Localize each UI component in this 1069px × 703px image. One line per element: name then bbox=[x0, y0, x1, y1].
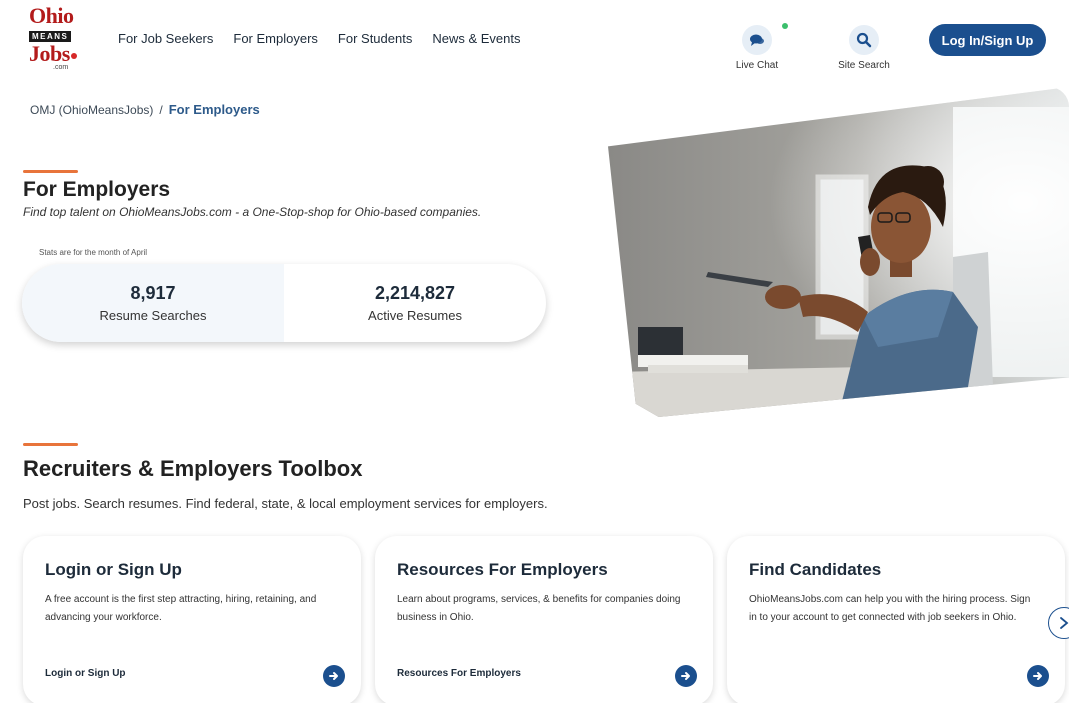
site-search-label: Site Search bbox=[838, 60, 890, 71]
toolbox-accent-bar bbox=[23, 443, 78, 446]
breadcrumb-separator: / bbox=[159, 103, 163, 117]
chevron-right-icon bbox=[1060, 617, 1069, 629]
toolbox-subtitle: Post jobs. Search resumes. Find federal,… bbox=[23, 496, 548, 511]
breadcrumb-current: For Employers bbox=[168, 102, 260, 117]
card-description: A free account is the first step attract… bbox=[45, 594, 317, 623]
search-icon bbox=[849, 25, 879, 55]
breadcrumb-root-link[interactable]: OMJ (OhioMeansJobs) bbox=[30, 103, 153, 117]
stat-label: Active Resumes bbox=[368, 308, 462, 323]
card-link[interactable]: Resources For Employers bbox=[397, 668, 521, 679]
login-signup-button[interactable]: Log In/Sign Up bbox=[929, 24, 1046, 56]
ohio-means-jobs-logo[interactable]: Ohio MEANS Jobs .com bbox=[29, 3, 91, 72]
page-subtitle: Find top talent on OhioMeansJobs.com - a… bbox=[23, 205, 482, 219]
arrow-right-icon[interactable] bbox=[1027, 665, 1049, 687]
card-login-signup[interactable]: Login or Sign Up A free account is the f… bbox=[23, 536, 361, 703]
card-title: Find Candidates bbox=[749, 560, 882, 579]
live-chat-label: Live Chat bbox=[735, 60, 779, 71]
card-resources-for-employers[interactable]: Resources For Employers Learn about prog… bbox=[375, 536, 713, 703]
nav-for-students[interactable]: For Students bbox=[338, 31, 412, 46]
live-chat-button[interactable]: Live Chat bbox=[722, 25, 792, 71]
card-description: OhioMeansJobs.com can help you with the … bbox=[749, 594, 1031, 623]
toolbox-title: Recruiters & Employers Toolbox bbox=[23, 456, 363, 481]
nav-for-employers[interactable]: For Employers bbox=[233, 31, 318, 46]
stats-note: Stats are for the month of April bbox=[39, 248, 148, 257]
nav-for-job-seekers[interactable]: For Job Seekers bbox=[118, 31, 213, 46]
arrow-right-icon[interactable] bbox=[323, 665, 345, 687]
stat-value: 8,917 bbox=[130, 283, 176, 303]
stat-resume-searches: 8,917 Resume Searches bbox=[22, 264, 284, 342]
chat-icon bbox=[742, 25, 772, 55]
title-accent-bar bbox=[23, 170, 78, 173]
stat-label: Resume Searches bbox=[99, 308, 207, 323]
arrow-right-icon[interactable] bbox=[675, 665, 697, 687]
stat-active-resumes: 2,214,827 Active Resumes bbox=[284, 264, 546, 342]
card-find-candidates[interactable]: Find Candidates OhioMeansJobs.com can he… bbox=[727, 536, 1065, 703]
site-header: Ohio MEANS Jobs .com For Job Seekers For… bbox=[0, 0, 1069, 80]
logo-jobs-word: Jobs bbox=[29, 41, 70, 66]
card-title: Resources For Employers bbox=[397, 560, 608, 579]
nav-news-events[interactable]: News & Events bbox=[432, 31, 520, 46]
hero-photo bbox=[608, 87, 1069, 417]
stat-value: 2,214,827 bbox=[374, 283, 456, 303]
site-search-button[interactable]: Site Search bbox=[829, 25, 899, 71]
page-title: For Employers bbox=[23, 178, 171, 201]
card-description: Learn about programs, services, & benefi… bbox=[397, 594, 681, 623]
logo-ohio-text: Ohio bbox=[29, 3, 74, 28]
stats-card: 8,917 Resume Searches 2,214,827 Active R… bbox=[22, 264, 546, 342]
card-link[interactable]: Login or Sign Up bbox=[45, 668, 126, 679]
logo-dot-icon bbox=[70, 52, 77, 59]
logo-jobs-text: Jobs bbox=[29, 41, 91, 66]
online-status-dot bbox=[782, 23, 788, 29]
main-nav: For Job Seekers For Employers For Studen… bbox=[118, 31, 541, 46]
breadcrumb: OMJ (OhioMeansJobs) / For Employers bbox=[30, 102, 260, 117]
card-title: Login or Sign Up bbox=[45, 560, 182, 579]
